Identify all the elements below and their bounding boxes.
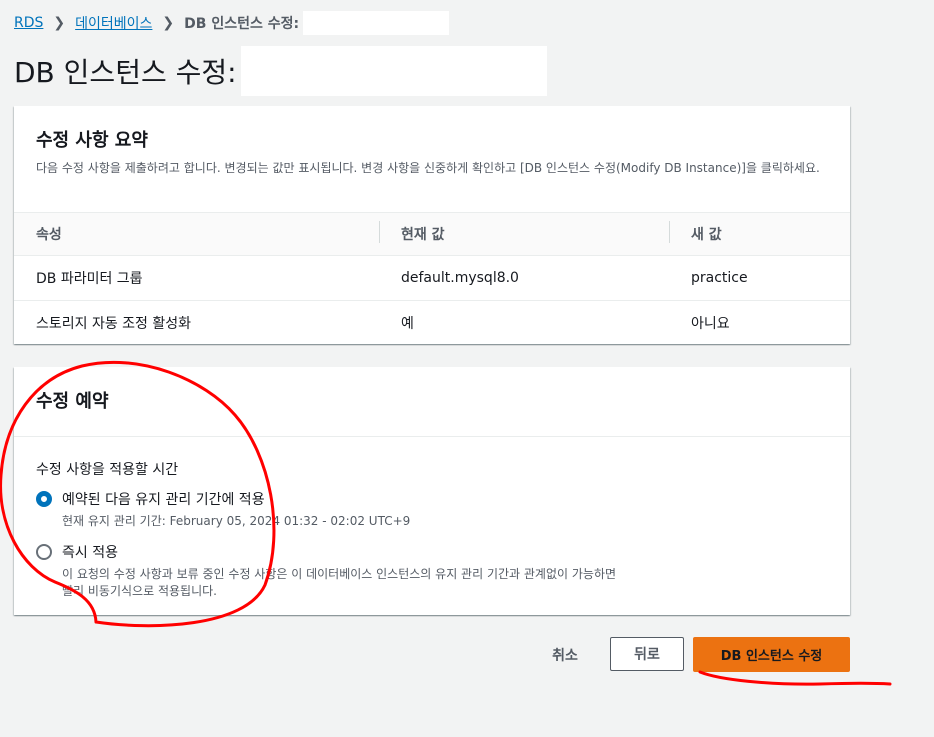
breadcrumb: RDS ❯ 데이터베이스 ❯ DB 인스턴스 수정: [14,11,450,35]
table-header-row: 속성 현재 값 새 값 [14,213,850,256]
summary-panel: 수정 사항 요약 다음 수정 사항을 제출하려고 합니다. 변경되는 값만 표시… [14,106,850,344]
radio-option-text: 즉시 적용 이 요청의 수정 사항과 보류 중인 수정 사항은 이 데이터베이스… [62,542,622,600]
summary-header: 수정 사항 요약 다음 수정 사항을 제출하려고 합니다. 변경되는 값만 표시… [14,106,850,177]
radio-option-text: 예약된 다음 유지 관리 기간에 적용 현재 유지 관리 기간: Februar… [62,489,410,530]
page-title: DB 인스턴스 수정: [14,46,547,96]
column-header-current-value: 현재 값 [379,221,669,244]
table-row: DB 파라미터 그룹 default.mysql8.0 practice [14,256,850,300]
breadcrumb-link-rds[interactable]: RDS [14,15,43,31]
radio-option-description: 이 요청의 수정 사항과 보류 중인 수정 사항은 이 데이터베이스 인스턴스의… [62,567,617,598]
page-title-text: DB 인스턴스 수정: [14,56,237,89]
table-row: 스토리지 자동 조정 활성화 예 아니요 [14,300,850,344]
cell-current-value: 예 [401,315,414,332]
cell-current-value: default.mysql8.0 [401,270,519,286]
cell-attribute: DB 파라미터 그룹 [36,271,143,287]
schedule-body: 수정 사항을 적용할 시간 예약된 다음 유지 관리 기간에 적용 현재 유지 … [14,437,850,620]
redacted-instance-name [240,46,547,96]
cell-new-value: practice [691,270,748,286]
radio-option-description: 현재 유지 관리 기간: February 05, 2024 01:32 - 0… [62,514,411,528]
back-button[interactable]: 뒤로 [610,637,684,671]
radio-option-label[interactable]: 예약된 다음 유지 관리 기간에 적용 [62,489,410,509]
annotation-underline [698,670,892,686]
column-header-attribute: 속성 [36,227,62,243]
chevron-right-icon: ❯ [53,15,66,31]
summary-table: 속성 현재 값 새 값 DB 파라미터 그룹 default.mysql8.0 … [14,212,850,344]
summary-title: 수정 사항 요약 [36,130,148,151]
modify-db-instance-button[interactable]: DB 인스턴스 수정 [693,637,850,672]
cell-attribute: 스토리지 자동 조정 활성화 [36,315,192,332]
schedule-title: 수정 예약 [36,391,109,412]
column-header-new-value: 새 값 [669,221,850,244]
cancel-button[interactable]: 취소 [540,638,590,672]
chevron-right-icon: ❯ [162,15,175,31]
radio-option-next-maintenance[interactable]: 예약된 다음 유지 관리 기간에 적용 현재 유지 관리 기간: Februar… [36,489,828,530]
cell-new-value: 아니요 [691,315,730,332]
summary-description: 다음 수정 사항을 제출하려고 합니다. 변경되는 값만 표시됩니다. 변경 사… [36,161,820,175]
breadcrumb-link-databases[interactable]: 데이터베이스 [75,13,152,33]
schedule-header: 수정 예약 [14,367,850,437]
breadcrumb-current: DB 인스턴스 수정: [184,16,300,32]
schedule-field-label: 수정 사항을 적용할 시간 [36,462,179,478]
redacted-instance-name [303,11,450,35]
radio-option-apply-immediately[interactable]: 즉시 적용 이 요청의 수정 사항과 보류 중인 수정 사항은 이 데이터베이스… [36,542,828,600]
radio-button-selected[interactable] [36,491,52,507]
radio-option-label[interactable]: 즉시 적용 [62,542,622,562]
radio-button[interactable] [36,544,52,560]
schedule-panel: 수정 예약 수정 사항을 적용할 시간 예약된 다음 유지 관리 기간에 적용 … [14,367,850,615]
